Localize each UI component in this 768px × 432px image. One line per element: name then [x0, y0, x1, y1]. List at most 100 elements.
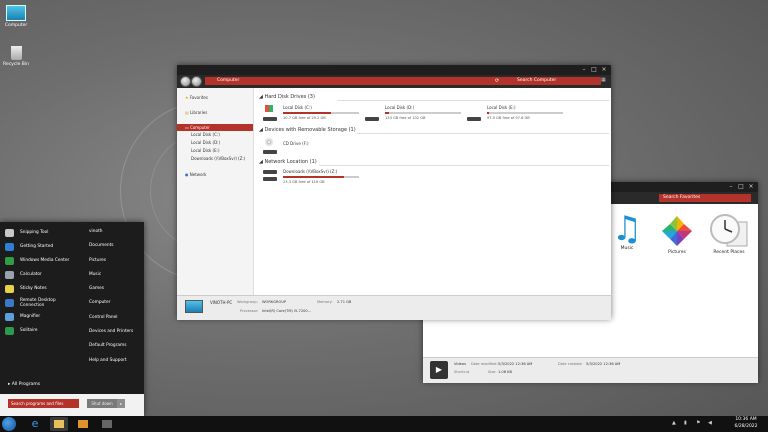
nav-computer[interactable]: ▭ Computer	[177, 124, 253, 131]
section-network-location[interactable]: ◢ Network Location (1)	[259, 159, 317, 165]
search-input[interactable]: Search Favorites	[659, 194, 751, 202]
drive-name: Downloads (\\VBoxSvr) (Z:)	[283, 169, 338, 174]
search-programs-input[interactable]: Search programs and files	[8, 399, 79, 408]
program-remote-desktop[interactable]: Remote Desktop Connection	[0, 296, 75, 310]
nav-drive-e[interactable]: Local Disk (E:)	[177, 147, 253, 155]
capacity-bar	[283, 176, 359, 178]
search-input[interactable]: Search Computer	[513, 77, 601, 85]
pictures-icon	[662, 216, 692, 246]
program-sticky-notes[interactable]: Sticky Notes	[0, 282, 82, 296]
desktop-icon-computer[interactable]: Computer	[1, 5, 31, 28]
nav-drive-c[interactable]: Local Disk (C:)	[177, 131, 253, 139]
right-item-music[interactable]: Music	[83, 268, 143, 282]
program-label: Calculator	[20, 272, 42, 277]
video-file-icon: ▶	[430, 361, 448, 379]
network-tray-icon[interactable]: ▮	[684, 420, 687, 426]
scissors-icon	[5, 229, 14, 237]
program-snipping-tool[interactable]: Snipping Tool	[0, 226, 82, 240]
tray-chevron-icon[interactable]: ▲	[672, 420, 676, 426]
address-bar[interactable]: Computer	[205, 77, 517, 85]
section-hard-disk-drives[interactable]: ◢ Hard Disk Drives (3)	[259, 94, 315, 100]
all-programs[interactable]: ▸ All Programs	[8, 382, 40, 387]
detail-type: Shortcut	[454, 370, 470, 374]
maximize-button[interactable]: □	[589, 65, 599, 75]
drive-tile-d[interactable]: Local Disk (D:) 133 GB free of 102 GB	[365, 105, 463, 125]
section-removable-storage[interactable]: ◢ Devices with Removable Storage (1)	[259, 127, 356, 133]
right-item-documents[interactable]: Documents	[83, 239, 143, 253]
right-item-user[interactable]: vinoth	[83, 225, 143, 239]
close-button[interactable]: ×	[746, 182, 756, 192]
detail-size-label: Size:	[488, 370, 497, 374]
arrow-right-icon: ▸	[8, 382, 11, 387]
nav-network[interactable]: ● Network	[177, 171, 253, 178]
workgroup-label: Workgroup:	[237, 300, 258, 304]
minimize-button[interactable]: –	[579, 65, 589, 75]
refresh-icon[interactable]: ⟳	[495, 77, 499, 85]
item-label: Recent Places	[713, 250, 745, 255]
network-icon: ●	[185, 172, 189, 177]
maximize-button[interactable]: □	[736, 182, 746, 192]
chevron-icon: ◢	[259, 94, 263, 100]
item-label: Pictures	[668, 250, 686, 255]
memory-label: Memory:	[317, 300, 333, 304]
media-player-icon[interactable]	[74, 417, 92, 431]
details-pane: VINOTH-PC Workgroup: WORKGROUP Memory: 2…	[177, 295, 611, 320]
memory-value: 2.71 GB	[337, 300, 352, 304]
getting-started-icon	[5, 243, 14, 251]
internet-explorer-icon[interactable]: e	[26, 417, 44, 431]
drive-name: Local Disk (C:)	[283, 105, 312, 110]
detail-size: 1.06 KB	[498, 370, 512, 374]
network-drive-icon	[263, 170, 277, 174]
start-button[interactable]	[2, 417, 16, 431]
layout-icon[interactable]: ▦	[601, 77, 606, 83]
chevron-icon: ◢	[259, 127, 263, 133]
right-item-computer[interactable]: Computer	[83, 296, 143, 310]
details-pane: ▶ Videos Shortcut Date modified: 5/3/202…	[423, 357, 758, 383]
drive-icon	[263, 150, 277, 154]
program-windows-media-center[interactable]: Windows Media Center	[0, 254, 82, 268]
right-item-control-panel[interactable]: Control Panel	[83, 311, 143, 325]
minimize-button[interactable]: –	[726, 182, 736, 192]
favorites-item-music[interactable]: ♫ Music	[609, 212, 645, 251]
right-item-help-support[interactable]: Help and Support	[83, 354, 143, 368]
volume-tray-icon[interactable]: ◀	[708, 420, 712, 426]
taskbar-app-icon[interactable]	[98, 417, 116, 431]
favorites-item-recent-places[interactable]: Recent Places	[707, 212, 751, 255]
forward-button[interactable]	[191, 76, 202, 87]
program-calculator[interactable]: Calculator	[0, 268, 82, 282]
desktop-icon-label: Computer	[4, 23, 28, 28]
clock[interactable]: 10:36 AM 6/28/2022	[728, 417, 764, 430]
chevron-icon: ◢	[259, 159, 263, 165]
program-magnifier[interactable]: Magnifier	[0, 310, 82, 324]
program-solitaire[interactable]: Solitaire	[0, 324, 82, 338]
close-button[interactable]: ×	[599, 65, 609, 75]
program-getting-started[interactable]: Getting Started	[0, 240, 82, 254]
right-item-devices-printers[interactable]: Devices and Printers	[83, 325, 143, 339]
favorites-item-pictures[interactable]: Pictures	[659, 214, 695, 255]
desktop-icon-recycle-bin[interactable]: Recycle Bin	[1, 46, 31, 67]
drive-icon	[263, 177, 277, 181]
drive-tile-cd[interactable]: CD Drive (F:)	[263, 138, 361, 156]
drive-tile-z[interactable]: Downloads (\\VBoxSvr) (Z:) 23.3 GB free …	[263, 169, 361, 189]
capacity-bar-fill	[385, 112, 389, 114]
desktop-icon-label: Recycle Bin	[3, 62, 29, 67]
file-explorer-icon[interactable]	[50, 417, 68, 431]
flag-tray-icon[interactable]: ⚑	[696, 420, 700, 426]
shutdown-options-button[interactable]: ▸	[117, 399, 125, 408]
processor-label: Processor:	[240, 309, 259, 313]
remote-desktop-icon	[5, 299, 14, 307]
nav-drive-d[interactable]: Local Disk (D:)	[177, 139, 253, 147]
program-label: Getting Started	[20, 244, 54, 249]
shutdown-button[interactable]: Shut down	[87, 399, 117, 408]
back-button[interactable]	[180, 76, 191, 87]
right-item-games[interactable]: Games	[83, 282, 143, 296]
nav-favorites[interactable]: ★ Favorites	[177, 94, 253, 101]
drive-tile-e[interactable]: Local Disk (E:) 97.0 GB free of 97.6 GB	[467, 105, 565, 125]
nav-libraries[interactable]: ▤ Libraries	[177, 109, 253, 116]
right-item-pictures[interactable]: Pictures	[83, 254, 143, 268]
magnifier-icon	[5, 313, 14, 321]
program-label: Remote Desktop Connection	[20, 298, 56, 308]
nav-drive-z[interactable]: Downloads (\\VBoxSvr) (Z:)	[177, 155, 253, 163]
drive-tile-c[interactable]: Local Disk (C:) 10.7 GB free of 29.2 GB	[263, 105, 361, 125]
right-item-default-programs[interactable]: Default Programs	[83, 339, 143, 353]
